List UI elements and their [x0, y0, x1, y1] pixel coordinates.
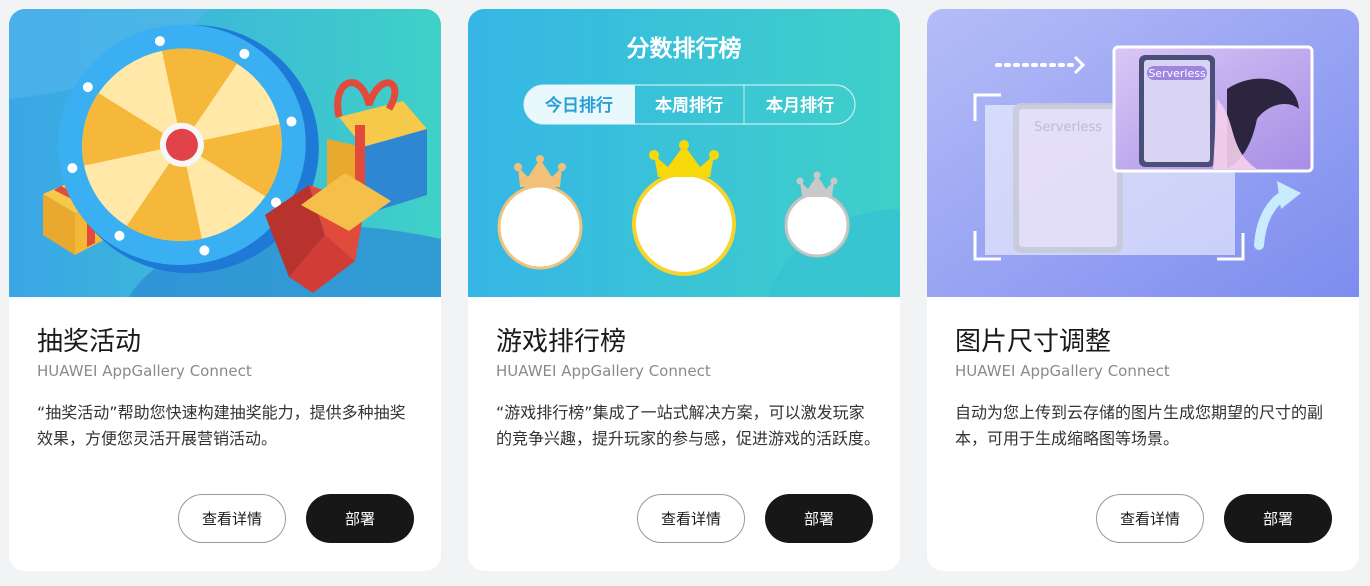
- tab-today[interactable]: 今日排行: [545, 95, 613, 116]
- card-subtitle: HUAWEI AppGallery Connect: [37, 362, 252, 380]
- view-details-button[interactable]: 查看详情: [1096, 494, 1204, 543]
- leaderboard-banner-image: 分数排行榜 今日排行 本周排行 本月排行: [468, 9, 900, 297]
- svg-text:Serverless: Serverless: [1034, 120, 1102, 135]
- card-title: 抽奖活动: [37, 327, 142, 357]
- service-card-lottery[interactable]: 抽奖活动 HUAWEI AppGallery Connect “抽奖活动”帮助您…: [9, 9, 441, 571]
- svg-text:本月排行: 本月排行: [766, 95, 834, 116]
- deploy-button[interactable]: 部署: [1224, 494, 1332, 543]
- deploy-button[interactable]: 部署: [765, 494, 873, 543]
- tab-this-month[interactable]: 本月排行: [766, 95, 834, 116]
- original-image-tablet: Serverless: [1013, 103, 1123, 253]
- view-details-button[interactable]: 查看详情: [637, 494, 745, 543]
- svg-text:今日排行: 今日排行: [545, 95, 613, 116]
- card-subtitle: HUAWEI AppGallery Connect: [496, 362, 711, 380]
- deploy-button[interactable]: 部署: [306, 494, 414, 543]
- svg-text:Serverless: Serverless: [1148, 67, 1206, 80]
- lottery-banner-image: [9, 9, 441, 297]
- service-card-leaderboard[interactable]: 分数排行榜 今日排行 本周排行 本月排行 游戏排行榜 HUAWEI AppGal…: [468, 9, 900, 571]
- card-title: 游戏排行榜: [496, 327, 627, 357]
- tab-this-week[interactable]: 本周排行: [655, 95, 723, 116]
- image-resize-banner-image: Serverless Serverless: [927, 9, 1359, 297]
- card-subtitle: HUAWEI AppGallery Connect: [955, 362, 1170, 380]
- card-title: 图片尺寸调整: [955, 327, 1112, 357]
- card-description: “抽奖活动”帮助您快速构建抽奖能力，提供多种抽奖效果，方便您灵活开展营销活动。: [37, 403, 406, 448]
- service-card-image-resize[interactable]: Serverless Serverless 图片尺寸调整 HUAWEI AppG…: [927, 9, 1359, 571]
- svg-text:本周排行: 本周排行: [655, 95, 723, 116]
- view-details-button[interactable]: 查看详情: [178, 494, 286, 543]
- card-description: 自动为您上传到云存储的图片生成您期望的尺寸的副本，可用于生成缩略图等场景。: [955, 403, 1324, 448]
- resized-image-thumbnail: Serverless: [1112, 45, 1314, 173]
- card-description: “游戏排行榜”集成了一站式解决方案，可以激发玩家的竞争兴趣，提升玩家的参与感，促…: [496, 403, 881, 448]
- leaderboard-heading: 分数排行榜: [627, 35, 742, 62]
